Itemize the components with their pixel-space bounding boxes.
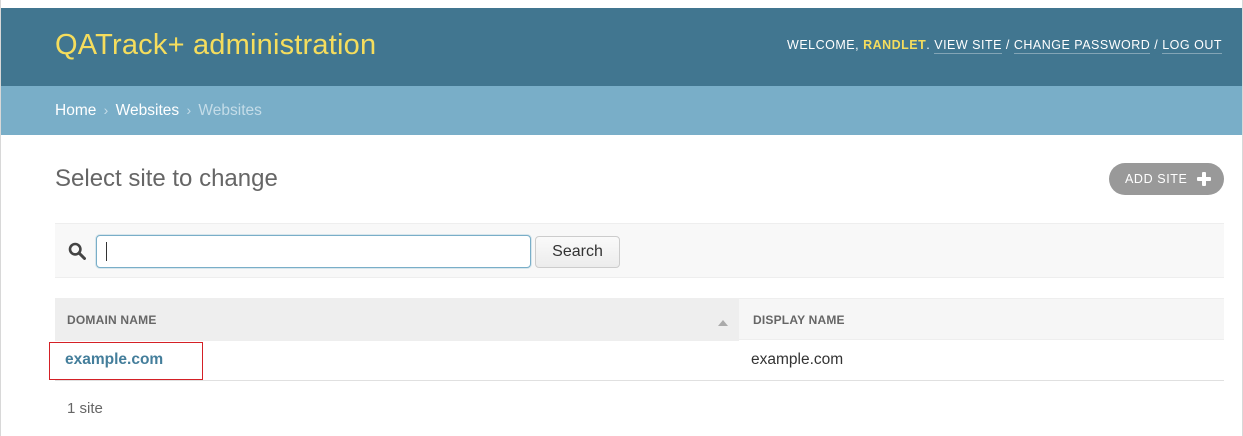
page: QATrack+ administration WELCOME, RANDLET… [0, 0, 1243, 436]
top-strip [1, 0, 1242, 8]
plus-icon [1197, 172, 1211, 186]
search-toolbar: Search [55, 223, 1224, 278]
breadcrumb-separator: › [103, 102, 109, 118]
breadcrumb-current: Websites [198, 102, 262, 119]
username: RANDLET [863, 38, 927, 52]
add-site-button[interactable]: ADD SITE [1109, 163, 1224, 195]
breadcrumb: Home › Websites › Websites [1, 86, 1242, 135]
search-icon [68, 242, 86, 260]
page-title: Select site to change [55, 165, 278, 192]
paginator: 1 site [55, 381, 1224, 436]
sort-ascending-icon[interactable] [718, 320, 728, 326]
header: QATrack+ administration WELCOME, RANDLET… [1, 8, 1242, 86]
separator: / [1150, 38, 1163, 52]
breadcrumb-separator: › [186, 102, 192, 118]
welcome-text: WELCOME, [787, 38, 864, 52]
table-row: example.com example.com [49, 340, 1224, 381]
breadcrumb-home[interactable]: Home [55, 102, 96, 119]
highlight-box [49, 342, 203, 380]
results-table: DOMAIN NAME DISPLAY NAME example.com exa… [49, 298, 1224, 436]
user-tools: WELCOME, RANDLET. VIEW SITE / CHANGE PAS… [787, 38, 1222, 54]
separator: / [1001, 38, 1014, 52]
domain-name-cell: example.com [49, 340, 203, 380]
display-name-cell: example.com [751, 351, 844, 368]
text-cursor [106, 242, 107, 261]
search-button[interactable]: Search [535, 236, 620, 268]
log-out-link[interactable]: LOG OUT [1162, 38, 1222, 54]
view-site-link[interactable]: VIEW SITE [934, 38, 1002, 54]
site-branding[interactable]: QATrack+ administration [55, 29, 376, 62]
search-input[interactable] [96, 235, 531, 268]
column-header-display-name[interactable]: DISPLAY NAME [741, 299, 1224, 341]
change-password-link[interactable]: CHANGE PASSWORD [1013, 38, 1151, 54]
table-header: DOMAIN NAME DISPLAY NAME [55, 298, 1224, 341]
column-header-domain-name[interactable]: DOMAIN NAME [55, 299, 739, 341]
add-site-label: ADD SITE [1125, 172, 1188, 186]
breadcrumb-app[interactable]: Websites [116, 102, 179, 119]
